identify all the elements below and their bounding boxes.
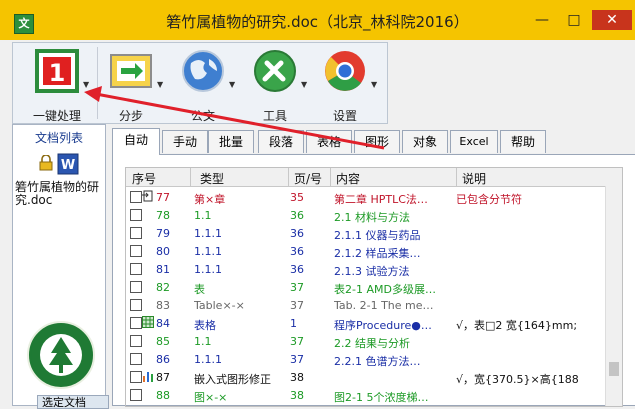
tab-auto[interactable]: 自动 (112, 128, 160, 155)
table-row[interactable]: 89Figure×-×38Fig. 2-1 The de… (126, 404, 602, 406)
annotation-arrow (84, 86, 385, 150)
